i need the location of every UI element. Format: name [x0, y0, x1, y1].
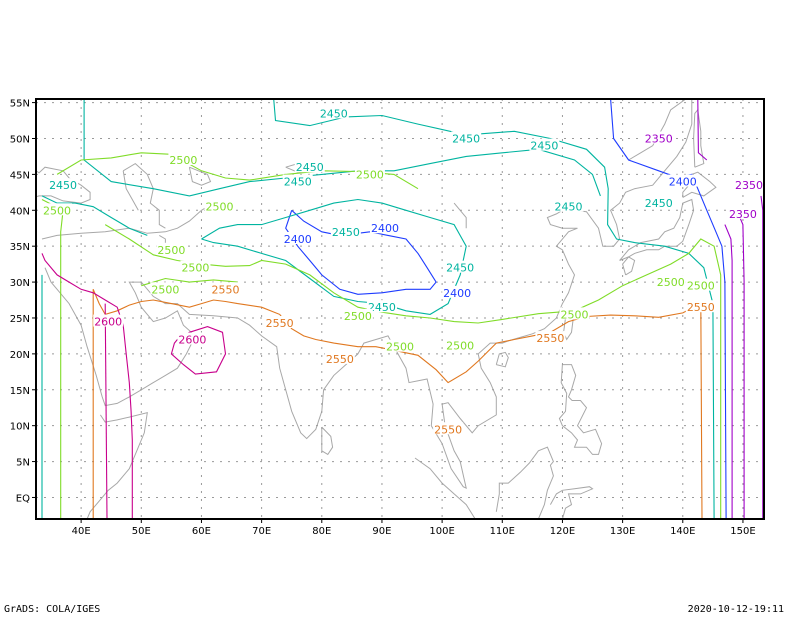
lon-tick-label: 100E — [429, 526, 454, 537]
contour-label-2600: 2600 — [94, 316, 122, 329]
lat-tick-label: 55N — [10, 99, 30, 110]
coastline — [495, 446, 554, 519]
contour-label-2350: 2350 — [729, 208, 757, 221]
contour-label-2400: 2400 — [284, 233, 312, 246]
lat-tick-label: 30N — [10, 278, 30, 289]
contour-label-2400: 2400 — [371, 222, 399, 235]
contour-label-2450: 2450 — [320, 107, 348, 120]
contour-label-2450: 2450 — [645, 197, 673, 210]
contour-label-2550: 2550 — [212, 283, 240, 296]
contour-label-2450: 2450 — [49, 179, 77, 192]
contour-label-2550: 2550 — [536, 332, 564, 345]
coastline — [122, 162, 166, 229]
grads-credit: GrADS: COLA/IGES — [4, 604, 101, 615]
lon-tick-label: 90E — [372, 526, 391, 537]
lat-tick-label: 20N — [10, 350, 30, 361]
lat-tick-label: 40N — [10, 206, 30, 217]
lon-tick-label: 60E — [192, 526, 211, 537]
contour-label-2500: 2500 — [386, 341, 414, 354]
lon-tick-label: 80E — [312, 526, 331, 537]
contour-label-2550: 2550 — [434, 423, 462, 436]
contour-label-2500: 2500 — [157, 244, 185, 257]
lat-tick-label: 35N — [10, 242, 30, 253]
contour-label-2500: 2500 — [560, 308, 588, 321]
lat-tick-label: 15N — [10, 386, 30, 397]
lon-tick-label: 110E — [490, 526, 515, 537]
coastline — [321, 426, 334, 456]
coastline — [453, 202, 467, 229]
contour-label-2500: 2500 — [206, 201, 234, 214]
contour-label-2500: 2500 — [356, 168, 384, 181]
contour-2350 — [760, 195, 764, 519]
contour-2600 — [41, 253, 133, 519]
contour-label-2550: 2550 — [266, 317, 294, 330]
contour-label-2450: 2450 — [446, 262, 474, 275]
lon-tick-label: 40E — [72, 526, 91, 537]
lat-tick-label: 45N — [10, 170, 30, 181]
coastline — [549, 486, 594, 519]
lon-tick-label: 130E — [610, 526, 635, 537]
contour-label-2500: 2500 — [344, 310, 372, 323]
contour-label-2450: 2450 — [554, 201, 582, 214]
contour-label-2400: 2400 — [443, 287, 471, 300]
contour-label-2500: 2500 — [43, 204, 71, 217]
lon-tick-label: 120E — [550, 526, 575, 537]
contour-label-2500: 2500 — [181, 262, 209, 275]
contour-2500 — [41, 199, 64, 519]
contour-label-2450: 2450 — [530, 140, 558, 153]
timestamp: 2020-10-12-19:11 — [687, 604, 784, 615]
lat-tick-label: 50N — [10, 134, 30, 145]
coastline — [86, 412, 148, 519]
contour-label-2500: 2500 — [687, 280, 715, 293]
contour-label-2500: 2500 — [446, 339, 474, 352]
contour-label-2450: 2450 — [296, 161, 324, 174]
contour-2450 — [273, 99, 715, 519]
contour-label-2550: 2550 — [687, 301, 715, 314]
lat-tick-label: 5N — [16, 458, 30, 469]
contour-label-2350: 2350 — [645, 132, 673, 145]
longitude-ticks: 40E 50E 60E 70E 80E 90E 100E 110E 120E 130E 140E 15… — [72, 519, 756, 537]
contour-label-2550: 2550 — [326, 353, 354, 366]
contour-lines — [41, 99, 764, 519]
contour-2350 — [697, 99, 708, 161]
contour-label-2450: 2450 — [332, 226, 360, 239]
coastline — [558, 364, 603, 455]
contour-label-2450: 2450 — [284, 176, 312, 189]
contour-map: 2350 2350 2350 2400 2400 2400 2400 2450 2450 2450… — [10, 98, 765, 537]
coastline — [122, 170, 139, 211]
contour-label-2450: 2450 — [452, 132, 480, 145]
lat-tick-label: 25N — [10, 314, 30, 325]
coastline — [628, 99, 687, 161]
contour-label-2600: 2600 — [178, 334, 206, 347]
contour-label-2500: 2500 — [657, 276, 685, 289]
contour-label-2400: 2400 — [669, 176, 697, 189]
lon-tick-label: 50E — [132, 526, 151, 537]
contour-2450 — [201, 198, 467, 315]
contour-label-2500: 2500 — [151, 283, 179, 296]
lat-tick-label: EQ — [16, 493, 30, 504]
lon-tick-label: 70E — [252, 526, 271, 537]
lat-tick-label: 10N — [10, 422, 30, 433]
coastline — [622, 256, 636, 276]
lon-tick-label: 150E — [730, 526, 755, 537]
lon-tick-label: 140E — [670, 526, 695, 537]
contour-label-2350: 2350 — [735, 179, 763, 192]
latitude-ticks: EQ 5N 10N 15N 20N 25N 30N 35N 40N 45N 50N 55N — [10, 99, 36, 504]
contour-2550 — [92, 289, 703, 519]
contour-label-2500: 2500 — [169, 154, 197, 167]
contour-2600 — [104, 303, 108, 519]
